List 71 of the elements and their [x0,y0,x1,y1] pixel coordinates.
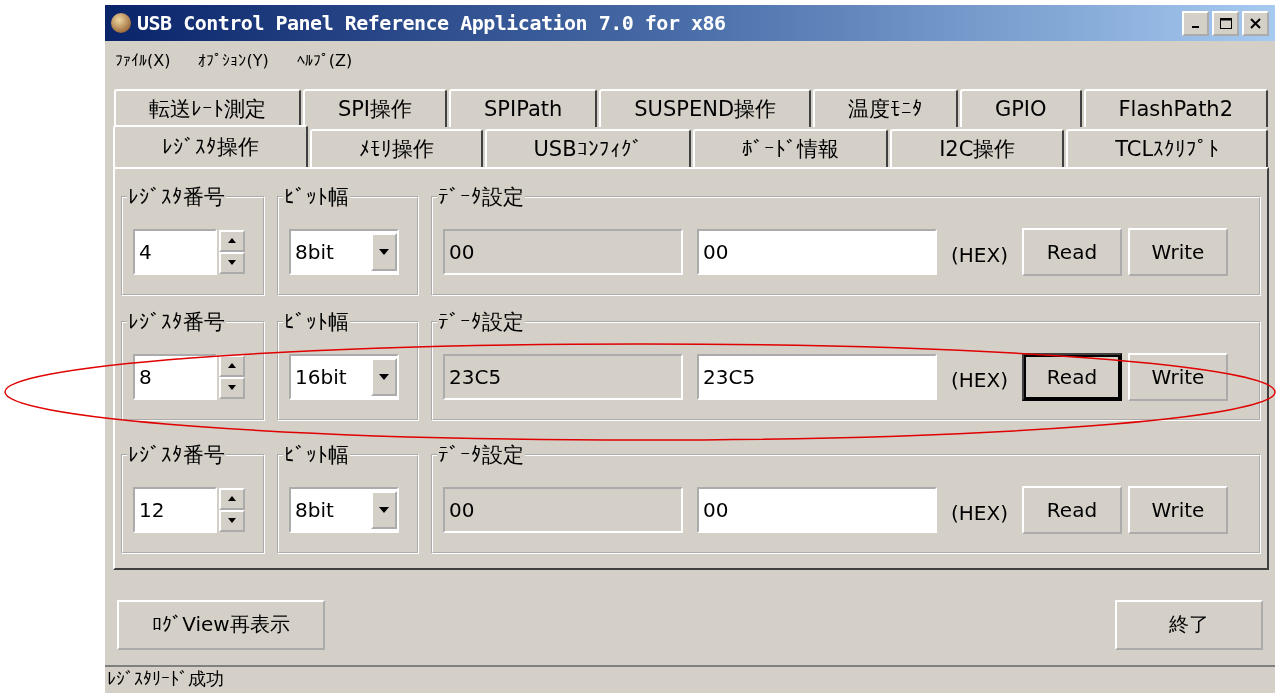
read-value-field: 00 [443,228,683,275]
caret-icon [379,373,389,380]
caret-icon [379,506,389,513]
tab[interactable]: 転送ﾚｰﾄ測定 [114,89,301,127]
button[interactable]: 終了 [1115,599,1263,650]
tab[interactable]: USBｺﾝﾌｨｸﾞ [484,129,692,167]
tab[interactable]: GPIO [959,89,1082,127]
group-label: ﾋﾞｯﾄ幅 [283,184,350,211]
button[interactable]: Read [1022,485,1122,534]
number-field[interactable]: 12 [133,486,217,533]
menu-item[interactable]: ﾍﾙﾌﾟ(Z) [296,50,353,70]
close-button[interactable] [1242,10,1269,36]
button[interactable]: Read [1022,352,1122,401]
read-value-field: 23C5 [443,353,683,400]
bit-width-dropdown[interactable]: 8bit [289,228,399,275]
spin-down-button[interactable] [219,376,245,399]
unit-label: (HEX) [951,242,1008,267]
spin-up-button[interactable] [219,487,245,510]
caret-icon [379,248,389,255]
spin-down-button[interactable] [219,251,245,274]
bit-width-dropdown[interactable]: 16bit [289,353,399,400]
minimize-icon [1192,26,1199,28]
number-field[interactable]: 4 [133,228,217,275]
unit-label: (HEX) [951,367,1008,392]
write-value-field[interactable]: 00 [697,486,937,533]
group-label: ﾋﾞｯﾄ幅 [283,442,350,469]
spin-up-button[interactable] [219,229,245,252]
down-arrow-icon [228,518,236,523]
tab[interactable]: ﾚｼﾞｽﾀ操作 [113,125,308,167]
tab[interactable]: SPI操作 [302,89,448,127]
down-arrow-icon [228,385,236,390]
write-value-field[interactable]: 23C5 [697,353,937,400]
tab[interactable]: TCLｽｸﾘﾌﾟﾄ [1066,129,1268,167]
sphere-icon [111,13,131,33]
down-arrow-icon [228,260,236,265]
group-label: ﾚｼﾞｽﾀ番号 [127,184,226,211]
read-value-field: 00 [443,486,683,533]
button[interactable]: Write [1128,485,1228,534]
tab[interactable]: 温度ﾓﾆﾀ [813,89,958,127]
up-arrow-icon [228,238,236,243]
tab[interactable]: ﾒﾓﾘ操作 [309,129,483,167]
tab[interactable]: SPIPath [449,89,598,127]
window-title: USB Control Panel Reference Application 7.0 for x86 [137,11,727,35]
tab[interactable]: FlashPath2 [1083,89,1268,127]
write-value-field[interactable]: 00 [697,228,937,275]
tab[interactable]: ﾎﾞｰﾄﾞ情報 [693,129,889,167]
unit-label: (HEX) [951,500,1008,525]
group-label: ﾃﾞｰﾀ設定 [437,442,525,469]
group-label: ﾋﾞｯﾄ幅 [283,309,350,336]
group-label: ﾚｼﾞｽﾀ番号 [127,309,226,336]
up-arrow-icon [228,496,236,501]
maximize-icon [1219,17,1232,29]
bit-width-dropdown[interactable]: 8bit [289,486,399,533]
group-label: ﾃﾞｰﾀ設定 [437,309,525,336]
number-field[interactable]: 8 [133,353,217,400]
menu-item[interactable]: ｵﾌﾟｼｮﾝ(Y) [198,50,269,70]
spin-up-button[interactable] [219,354,245,377]
group-label: ﾚｼﾞｽﾀ番号 [127,442,226,469]
group-label: ﾃﾞｰﾀ設定 [437,184,525,211]
button[interactable]: ﾛｸﾞView再表示 [117,599,325,650]
status-bar: ﾚｼﾞｽﾀﾘｰﾄﾞ成功 [105,665,1275,693]
spin-down-button[interactable] [219,509,245,532]
button[interactable]: Write [1128,227,1228,276]
up-arrow-icon [228,363,236,368]
close-icon [1250,17,1261,29]
button[interactable]: Read [1022,227,1122,276]
maximize-button[interactable] [1212,10,1239,36]
tab[interactable]: SUSPEND操作 [599,89,812,127]
tab[interactable]: I2C操作 [890,129,1065,167]
button[interactable]: Write [1128,352,1228,401]
menu-item[interactable]: ﾌｧｲﾙ(X) [115,50,171,70]
